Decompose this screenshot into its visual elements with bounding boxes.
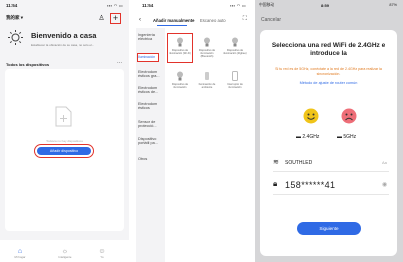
divider [273, 171, 389, 172]
password-field[interactable]: 158******41 [285, 180, 335, 190]
category-item[interactable]: Electrodom ésticos de... [136, 86, 165, 95]
category-item[interactable]: Dispositivo portátil pa... [136, 137, 165, 146]
nav-home[interactable]: ⌂ Mi hogar [10, 248, 30, 259]
lock-icon: 🔒︎ [273, 179, 278, 188]
category-item[interactable]: Otros [136, 157, 165, 161]
band-5g: ▬ 5GHz [337, 134, 356, 140]
empty-text: Todavía no hay dispositivos [46, 139, 83, 143]
empty-document-icon [55, 106, 72, 127]
status-icons: ▪▪▪ ◠ ▭ [230, 3, 246, 8]
scan-icon[interactable]: ⛶ [243, 16, 247, 23]
smart-sun-icon: ☼ [61, 248, 69, 255]
category-item[interactable]: Electrodom ésticos [136, 102, 165, 111]
user-icon: ☺ [98, 248, 106, 255]
wifi-icon: ≋ [273, 159, 279, 166]
welcome-title: Bienvenido a casa [31, 31, 97, 40]
device-label: Dispositivo de iluminación (Wi-Fi) [169, 49, 191, 55]
cancel-link[interactable]: Cancelar [261, 17, 281, 23]
sun-icon [8, 30, 23, 45]
happy-face-icon [303, 108, 319, 124]
category-item-lighting[interactable]: Iluminación [136, 55, 165, 59]
wifi-setup-screen: 中国移动 8:59 87% Cancelar Selecciona una re… [255, 0, 403, 262]
nav-home-label: Mi hogar [14, 255, 26, 259]
back-icon[interactable]: ‹ [139, 17, 141, 23]
status-time: 8:59 [321, 3, 330, 8]
home-icon: ⌂ [17, 248, 23, 255]
tab-manual[interactable]: Añadir manualmente [153, 18, 194, 23]
status-time: 11:54 [6, 3, 18, 8]
band-2g-label: 2.4GHz [302, 134, 320, 140]
sad-face-icon [341, 108, 357, 124]
device-tile-bluetooth[interactable]: Dispositivo de iluminación (Bluetooth) [195, 37, 219, 58]
device-tile-zigbee[interactable]: Dispositivo de iluminación (Zigbee) [223, 37, 247, 55]
status-battery: 87% [389, 3, 397, 7]
status-carrier: 中国移动 [259, 3, 275, 7]
router-settings-link[interactable]: Método de ajuste de router común [265, 81, 392, 85]
nav-smart-label: Inteligente [58, 255, 72, 259]
add-device-button[interactable]: Añadir dispositivo [37, 147, 91, 155]
band-5g-label: 5GHz [343, 134, 357, 140]
device-label: Interruptor de iluminación [227, 83, 243, 89]
category-item[interactable]: Electrodom ésticos gra... [136, 70, 165, 79]
router-icon: ▬ [296, 134, 301, 140]
device-label: Dispositivo de iluminación [171, 83, 189, 89]
device-tile[interactable]: Dispositivo de iluminación [168, 71, 192, 89]
device-label: Dispositivo de iluminación (Bluetooth) [198, 49, 216, 58]
device-tile-ambient[interactable]: Iluminación de ambiente [195, 71, 219, 89]
status-icons: ▪▪▪ ◠ ▭ [107, 3, 123, 8]
band-2g: ▬ 2.4GHz [296, 134, 319, 140]
category-item[interactable]: Sensor de protecció... [136, 120, 165, 129]
home-screen: 11:54 ▪▪▪ ◠ ▭ 我的家 ▾ ♙ + Bienvenido a cas… [0, 0, 129, 262]
wifi-title: Selecciona una red WiFi de 2.4GHz e intr… [271, 42, 386, 57]
status-time: 11:54 [142, 3, 154, 8]
router-icon: ▬ [337, 134, 342, 140]
section-title: Todos los dispositivos [6, 62, 50, 67]
more-icon[interactable]: ··· [117, 60, 122, 66]
welcome-subtitle[interactable]: Establecer la ubicación de su casa, no s… [31, 43, 126, 47]
device-tile-wifi[interactable]: Dispositivo de iluminación (Wi-Fi) [168, 37, 192, 55]
add-device-screen: 11:54 ▪▪▪ ◠ ▭ ‹ Añadir manualmente Escan… [136, 0, 251, 262]
device-label: Iluminación de ambiente [198, 83, 216, 89]
ssid-switch-icon[interactable]: Aa [382, 160, 387, 165]
device-label: Dispositivo de iluminación (Zigbee) [223, 49, 247, 55]
add-device-plus-button[interactable]: + [110, 13, 121, 24]
nav-me[interactable]: ☺ Yo [92, 248, 112, 259]
ssid-field[interactable]: SOUTHLED [285, 160, 312, 166]
nav-me-label: Yo [100, 255, 104, 259]
home-selector[interactable]: 我的家 ▾ [6, 15, 23, 21]
wifi-subtitle: Si tu red es de 5GHz, conéctate a la red… [275, 67, 382, 76]
nav-smart[interactable]: ☼ Inteligente [54, 248, 76, 259]
tab-auto[interactable]: Escaneo auto [200, 18, 226, 23]
tab-underline [157, 25, 187, 26]
device-tile-switch[interactable]: Interruptor de iluminación [223, 71, 247, 89]
add-device-highlight: Añadir dispositivo [34, 144, 94, 158]
category-item[interactable]: Ingeniería eléctrica [136, 33, 165, 42]
show-password-icon[interactable]: ◉ [382, 181, 387, 188]
next-button[interactable]: Siguiente [297, 222, 361, 235]
mic-icon[interactable]: ♙ [97, 13, 106, 22]
divider [273, 194, 389, 195]
